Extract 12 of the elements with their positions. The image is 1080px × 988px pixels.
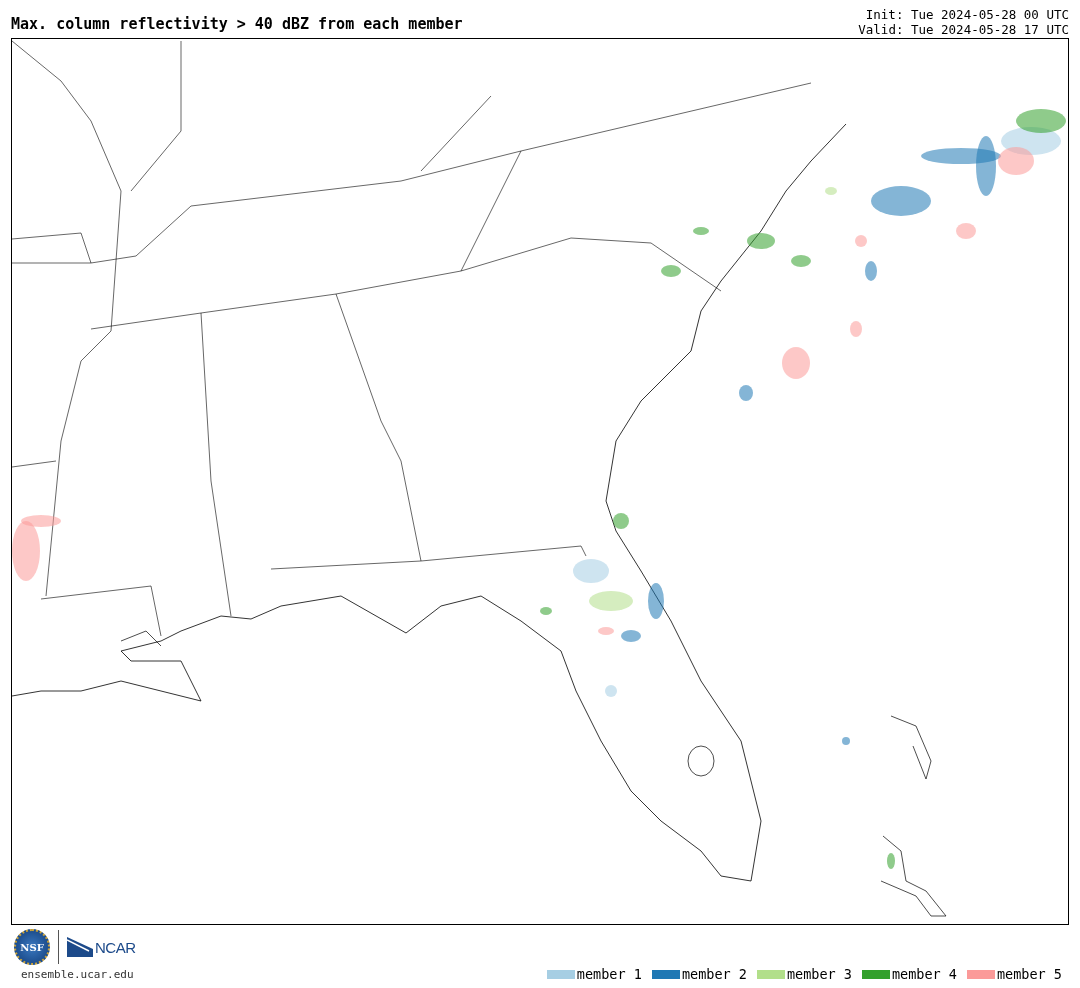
ncar-logo-icon [67, 937, 93, 957]
valid-time: Valid: Tue 2024-05-28 17 UTC [858, 22, 1069, 37]
legend-label: member 3 [786, 966, 852, 982]
nsf-logo: NSF [14, 929, 50, 965]
ncar-logo-text: NCAR [95, 938, 136, 956]
init-time: Init: Tue 2024-05-28 00 UTC [864, 7, 1069, 22]
legend-label: member 5 [996, 966, 1062, 982]
legend-label: member 4 [891, 966, 957, 982]
chart-title: Max. column reflectivity > 40 dBZ from each member [11, 15, 463, 35]
legend-label: member 2 [681, 966, 747, 982]
site-url: ensemble.ucar.edu [21, 968, 134, 981]
legend-label: member 1 [576, 966, 642, 982]
